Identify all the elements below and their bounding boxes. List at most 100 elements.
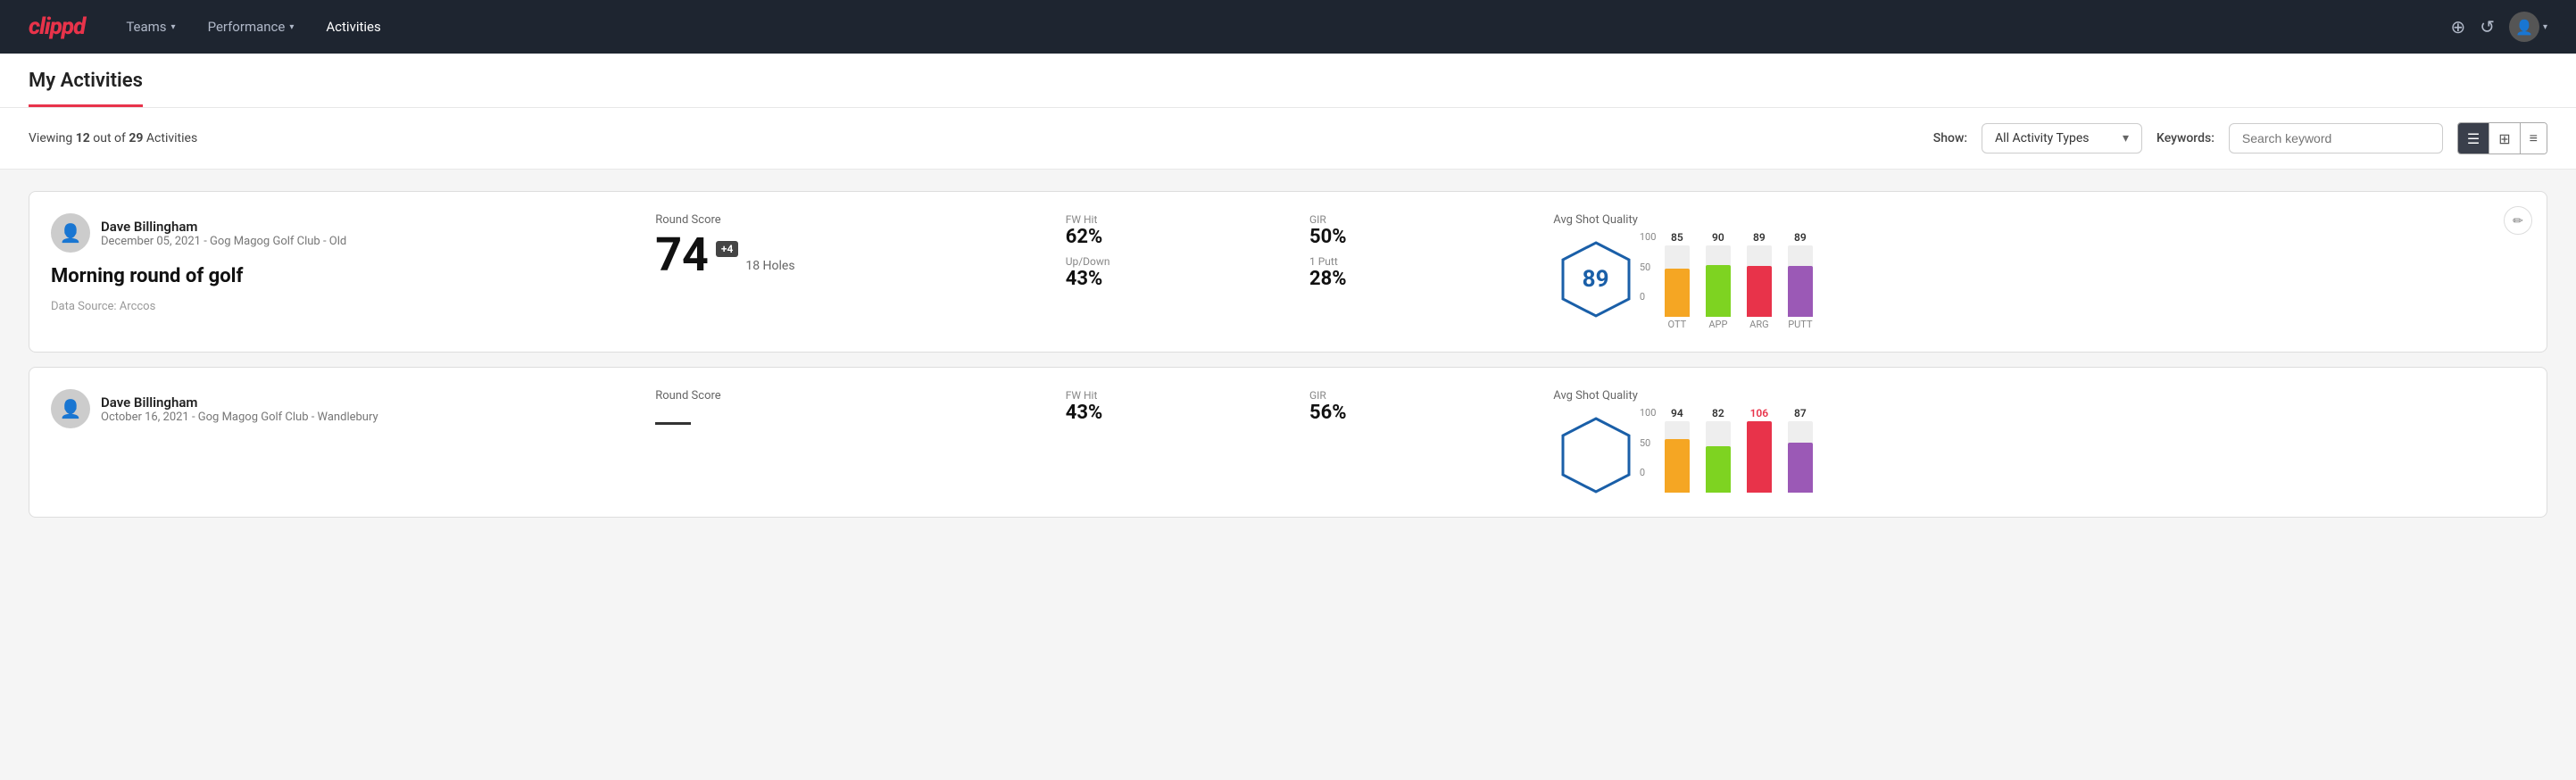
score-badge: +4 [716, 241, 738, 257]
card-left: 👤 Dave Billingham October 16, 2021 - Gog… [51, 389, 634, 428]
bar-fill-arg [1747, 266, 1772, 317]
chart-bars-2: 100 50 0 94 82 [1665, 407, 2525, 493]
nav-item-performance[interactable]: Performance ▾ [195, 12, 307, 42]
bar-label-arg: ARG [1749, 319, 1768, 330]
score-main: 74 +4 18 Holes [655, 232, 1043, 278]
score-placeholder [655, 422, 691, 425]
list-view-icon: ☰ [2467, 130, 2480, 147]
card-meta: Dave Billingham December 05, 2021 - Gog … [101, 219, 346, 248]
up-down-label: Up/Down [1066, 255, 1288, 268]
bar-fill-putt [1788, 266, 1813, 317]
page-header: My Activities [0, 54, 2576, 108]
score-number: 74 [655, 232, 709, 278]
main-content: ✏ 👤 Dave Billingham December 05, 2021 - … [0, 170, 2576, 539]
hex-container: 89 [1556, 239, 1636, 319]
card-top-row: 👤 Dave Billingham October 16, 2021 - Gog… [51, 389, 634, 428]
grid-view-icon: ⊞ [2498, 130, 2510, 147]
bar-group-app: 90 APP [1706, 231, 1731, 330]
bar-fill-app [1706, 265, 1731, 317]
bar-group-app-2: 82 [1706, 407, 1731, 493]
card-left: 👤 Dave Billingham December 05, 2021 - Go… [51, 213, 634, 313]
bar-group-ott-2: 94 [1665, 407, 1690, 493]
fw-hit-value: 62% [1066, 226, 1288, 248]
activity-card: 👤 Dave Billingham October 16, 2021 - Gog… [29, 367, 2547, 518]
nav-right: ⊕ ↺ 👤 ▾ [2450, 12, 2547, 42]
view-toggle-compact[interactable]: ≡ [2521, 123, 2547, 154]
bar-wrapper-ott-2 [1665, 421, 1690, 493]
stats-grid: FW Hit 62% GIR 50% Up/Down 43% 1 Putt 28… [1066, 213, 1533, 290]
search-input[interactable] [2229, 123, 2443, 154]
avatar: 👤 [2509, 12, 2539, 42]
bar-fill [1788, 443, 1813, 493]
shot-quality-section: Avg Shot Quality 100 50 0 [1553, 389, 2525, 495]
gir-value: 50% [1309, 226, 1532, 248]
page-title: My Activities [29, 54, 143, 107]
nav-item-teams[interactable]: Teams ▾ [113, 12, 187, 42]
round-score-label: Round Score [655, 389, 1043, 402]
view-toggles: ☰ ⊞ ≡ [2457, 122, 2547, 154]
hex-wrap: Avg Shot Quality [1553, 389, 1638, 495]
viewing-count-text: Viewing 12 out of 29 Activities [29, 131, 1919, 145]
bar-chart-wrap: 100 50 0 85 OTT 90 [1656, 213, 2525, 330]
brand-logo[interactable]: clippd [29, 13, 85, 40]
fw-hit-stat: FW Hit 43% [1066, 389, 1288, 424]
gir-value: 56% [1309, 402, 1532, 424]
one-putt-value: 28% [1309, 268, 1532, 290]
teams-chevron-icon: ▾ [171, 22, 176, 32]
bar-wrapper-ott [1665, 245, 1690, 317]
add-circle-icon[interactable]: ⊕ [2450, 16, 2465, 37]
bar-value-ott: 85 [1671, 231, 1683, 244]
activity-type-select[interactable]: All Activity Types ▾ [1982, 123, 2142, 154]
bar-label-app: APP [1708, 319, 1727, 330]
round-score-section: Round Score 74 +4 18 Holes [655, 213, 1043, 278]
bar-value-arg: 89 [1753, 231, 1766, 244]
up-down-value: 43% [1066, 268, 1288, 290]
bar-label-ott: OTT [1668, 319, 1687, 330]
card-meta: Dave Billingham October 16, 2021 - Gog M… [101, 394, 378, 424]
round-score-section: Round Score [655, 389, 1043, 425]
user-avatar-button[interactable]: 👤 ▾ [2509, 12, 2547, 42]
date-course: October 16, 2021 - Gog Magog Golf Club -… [101, 411, 378, 424]
avg-shot-quality-label: Avg Shot Quality [1553, 389, 1638, 402]
hex-container [1556, 415, 1636, 495]
bar-value-ott-2: 94 [1671, 407, 1683, 419]
gir-label: GIR [1309, 213, 1532, 226]
y-axis: 100 50 0 [1640, 231, 1657, 303]
stats-grid: FW Hit 43% GIR 56% [1066, 389, 1533, 424]
performance-chevron-icon: ▾ [289, 22, 294, 32]
bar-wrapper-putt [1788, 245, 1813, 317]
one-putt-label: 1 Putt [1309, 255, 1532, 268]
bar-label-putt: PUTT [1788, 319, 1812, 330]
gir-stat: GIR 50% [1309, 213, 1532, 248]
gir-label: GIR [1309, 389, 1532, 402]
data-source: Data Source: Arccos [51, 300, 634, 313]
bar-fill [1706, 446, 1731, 493]
bar-value-putt-2: 87 [1794, 407, 1807, 419]
page-title-wrap: My Activities [29, 54, 2547, 107]
date-course: December 05, 2021 - Gog Magog Golf Club … [101, 235, 346, 248]
bar-group-ott: 85 OTT [1665, 231, 1690, 330]
avg-shot-quality-label: Avg Shot Quality [1553, 213, 1638, 227]
compact-view-icon: ≡ [2530, 129, 2538, 147]
bar-value-putt: 89 [1794, 231, 1807, 244]
bar-fill-ott [1665, 269, 1690, 317]
view-toggle-list[interactable]: ☰ [2458, 123, 2489, 154]
refresh-icon[interactable]: ↺ [2480, 16, 2495, 37]
view-toggle-grid[interactable]: ⊞ [2489, 123, 2520, 154]
nav-item-activities[interactable]: Activities [313, 12, 393, 42]
navbar: clippd Teams ▾ Performance ▾ Activities … [0, 0, 2576, 54]
keywords-label: Keywords: [2156, 131, 2215, 145]
bar-group-putt: 89 PUTT [1788, 231, 1813, 330]
stats-section: FW Hit 43% GIR 56% [1066, 389, 1533, 424]
user-chevron-icon: ▾ [2543, 22, 2547, 32]
bar-value-arg-2: 106 [1750, 407, 1769, 419]
bar-group-arg: 89 ARG [1747, 231, 1772, 330]
bar-group-arg-2: 106 [1747, 407, 1772, 493]
chart-bars: 100 50 0 85 OTT 90 [1665, 231, 2525, 330]
bar-fill [1747, 421, 1772, 493]
hex-score: 89 [1583, 266, 1609, 293]
avatar: 👤 [51, 389, 90, 428]
golfer-name: Dave Billingham [101, 219, 346, 235]
bar-wrapper-app [1706, 245, 1731, 317]
bar-value-app-2: 82 [1712, 407, 1724, 419]
